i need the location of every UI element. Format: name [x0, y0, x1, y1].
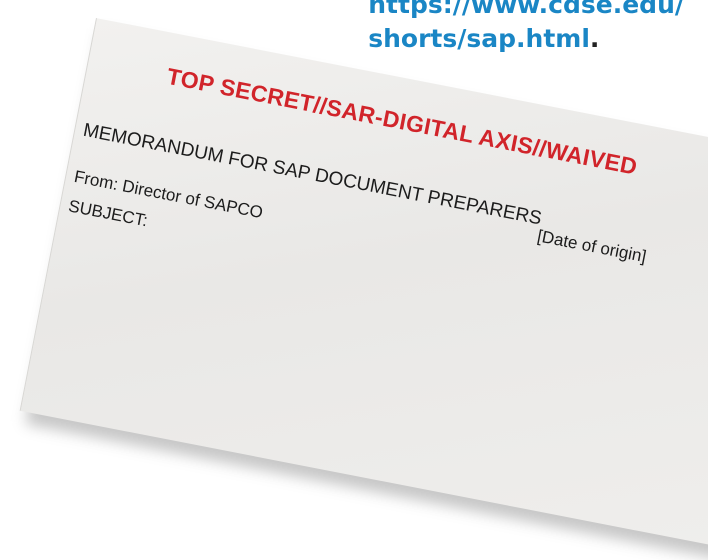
reference-link-line-2-text[interactable]: shorts/sap.html [368, 24, 590, 53]
memo-document: TOP SECRET//SAR-DIGITAL AXIS//WAIVED MEM… [16, 18, 708, 560]
memo-paper: TOP SECRET//SAR-DIGITAL AXIS//WAIVED MEM… [19, 18, 708, 553]
reference-link[interactable]: https://www.cdse.edu/ shorts/sap.html. [368, 0, 684, 56]
sentence-period: . [589, 24, 600, 53]
reference-link-line-1[interactable]: https://www.cdse.edu/ [368, 0, 684, 22]
memo-subject: SUBJECT: [66, 196, 150, 231]
memo-date: [Date of origin] [535, 226, 648, 267]
reference-link-line-2[interactable]: shorts/sap.html. [368, 22, 684, 56]
